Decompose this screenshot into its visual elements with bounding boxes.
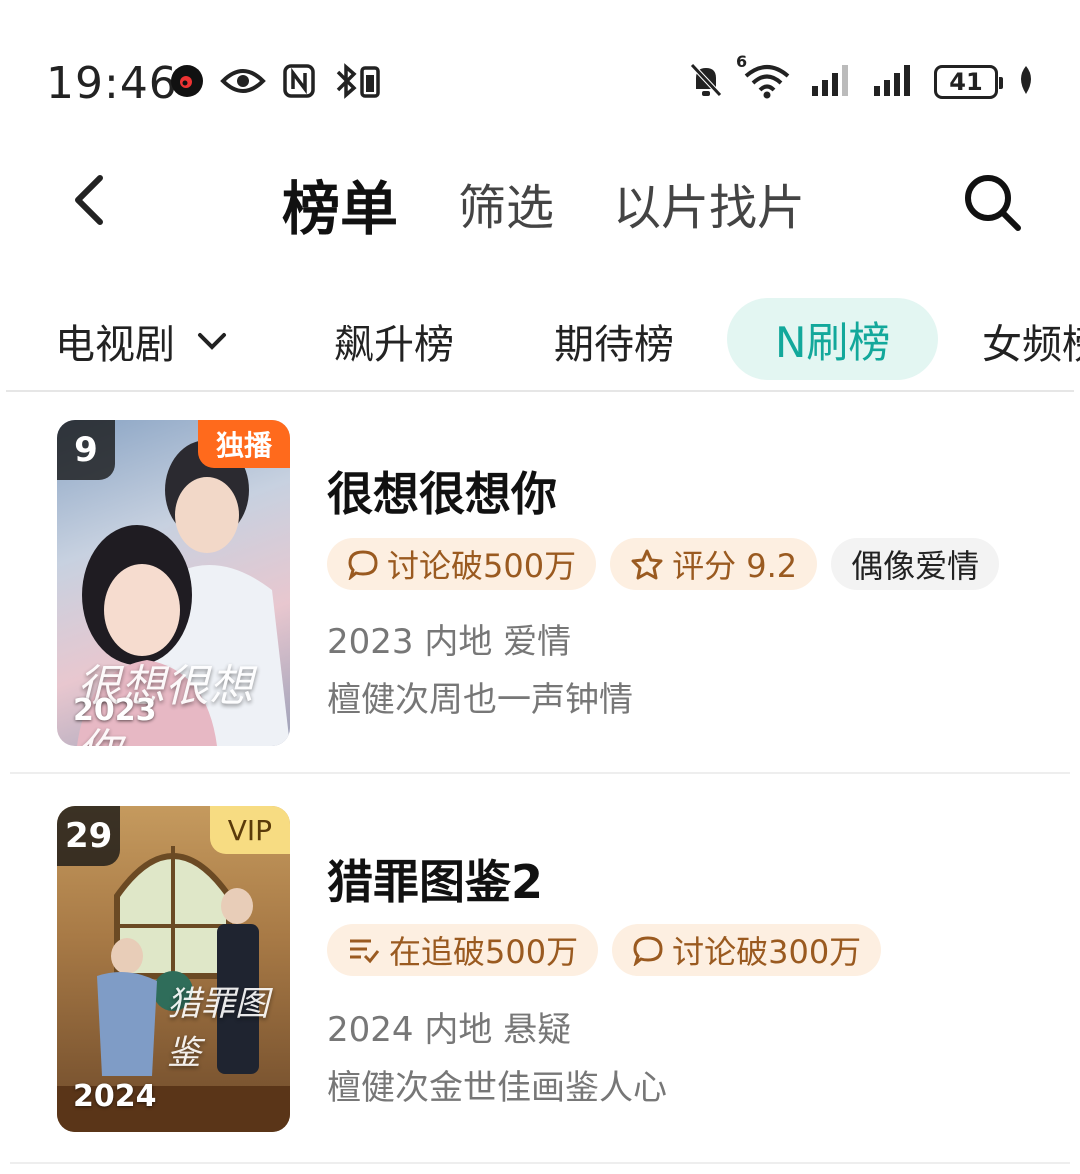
item-title[interactable]: 很想很想你: [327, 458, 557, 524]
tag-following[interactable]: 在追破500万: [327, 924, 599, 976]
search-icon: [965, 175, 1021, 231]
poster-image[interactable]: 很想很想你 9 独播 2023: [57, 420, 290, 746]
list-divider: [10, 1162, 1070, 1164]
item-meta: 2023 内地 爱情: [327, 622, 572, 662]
wifi-generation-label: 6: [736, 52, 748, 71]
nfc-icon: [282, 63, 316, 103]
item-title[interactable]: 猎罪图鉴2: [327, 846, 543, 912]
list-item[interactable]: 猎罪图鉴 29 VIP 2024 猎罪图鉴2 在追破500万 讨论破300万 2…: [0, 806, 1080, 1136]
follow-list-icon: [350, 939, 380, 964]
tab-find-by-clip[interactable]: 以片找片: [613, 168, 805, 238]
tag-label: 评分 9.2: [672, 547, 798, 585]
tag-rating[interactable]: 评分 9.2: [610, 538, 818, 590]
category-tab-anticipated[interactable]: 期待榜: [554, 312, 674, 370]
tag-label: 讨论破300万: [672, 933, 862, 971]
poster-image[interactable]: 猎罪图鉴 29 VIP 2024: [57, 806, 290, 1132]
tag-list: 在追破500万 讨论破300万: [327, 924, 882, 976]
list-item[interactable]: 很想很想你 9 独播 2023 很想很想你 讨论破500万 评分 9.2 偶像爱…: [0, 420, 1080, 750]
tag-discussion[interactable]: 讨论破300万: [612, 924, 882, 976]
list-divider: [10, 772, 1070, 774]
status-time: 19:46: [46, 58, 178, 109]
signal-icon-2: [872, 62, 916, 102]
top-nav: 榜单 筛选 以片找片: [0, 150, 1080, 250]
item-meta: 2024 内地 悬疑: [327, 1010, 572, 1050]
signal-icon-1: [810, 62, 854, 102]
item-description: 檀健次金世佳画鉴人心: [327, 1068, 667, 1108]
tag-label: 偶像爱情: [851, 547, 980, 585]
category-tab-rising[interactable]: 飙升榜: [334, 312, 454, 370]
tag-label: 讨论破500万: [387, 547, 577, 585]
chevron-down-icon: [198, 333, 226, 350]
chat-bubble-icon: [633, 936, 663, 966]
poster-year: 2023: [73, 693, 157, 728]
ranking-category-bar: 电视剧 飙升榜 期待榜 N刷榜 女频榜: [0, 298, 1080, 388]
category-tab-rewatch[interactable]: N刷榜: [727, 298, 939, 380]
poster-title-art: 猎罪图鉴: [167, 984, 269, 1073]
weibo-icon: [170, 64, 204, 102]
bluetooth-battery-icon: [332, 62, 384, 104]
star-icon: [631, 549, 663, 580]
mute-bell-icon: [688, 61, 724, 103]
wifi-icon: 6: [736, 52, 792, 104]
battery-icon: 41: [934, 65, 1003, 99]
eye-icon: [220, 64, 266, 102]
exclusive-badge: 独播: [197, 420, 290, 468]
category-tab-female[interactable]: 女频榜: [982, 312, 1080, 370]
vip-badge: VIP: [209, 806, 290, 854]
tag-discussion[interactable]: 讨论破500万: [327, 538, 597, 590]
back-button[interactable]: [60, 170, 120, 230]
tab-filter[interactable]: 筛选: [458, 168, 554, 238]
status-right-icons: 6 41: [688, 52, 1036, 104]
status-bar: 19:46 6 41: [0, 0, 1080, 170]
category-divider: [6, 390, 1074, 392]
leaf-icon: [1016, 64, 1036, 100]
status-left-icons: [170, 62, 384, 104]
poster-year: 2024: [73, 1079, 157, 1114]
chevron-left-icon: [75, 175, 103, 225]
tag-genre[interactable]: 偶像爱情: [831, 538, 1000, 590]
chat-bubble-icon: [348, 550, 378, 580]
tag-label: 在追破500万: [389, 933, 579, 971]
tab-ranking[interactable]: 榜单: [282, 162, 398, 246]
rank-badge: 9: [57, 420, 115, 480]
category-dropdown[interactable]: 电视剧: [55, 312, 227, 370]
item-description: 檀健次周也一声钟情: [327, 680, 633, 720]
tag-list: 讨论破500万 评分 9.2 偶像爱情: [327, 538, 1000, 590]
category-dropdown-label: 电视剧: [55, 322, 175, 368]
rank-badge: 29: [57, 806, 121, 866]
search-button[interactable]: [960, 170, 1024, 234]
